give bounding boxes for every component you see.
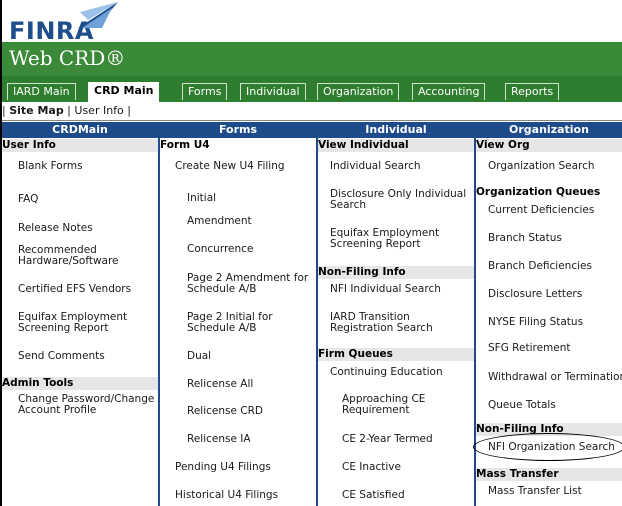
link-branch-status[interactable]: Branch Status <box>488 233 562 244</box>
link-relicense-ia[interactable]: Relicense IA <box>187 434 251 445</box>
link-recommended-hardware[interactable]: Recommended Hardware/Software <box>18 245 119 267</box>
column-header: Forms <box>160 122 316 138</box>
link-line: Search <box>330 199 367 211</box>
breadcrumb: | Site Map | User Info | <box>2 102 622 121</box>
link-relicense-crd[interactable]: Relicense CRD <box>187 406 263 417</box>
tab-iard-main[interactable]: IARD Main <box>7 83 76 100</box>
tab-individual[interactable]: Individual <box>240 83 306 100</box>
user-info-link[interactable]: User Info <box>74 104 123 117</box>
link-ce-inactive[interactable]: CE Inactive <box>342 462 401 473</box>
section-view-org: View Org <box>476 139 622 152</box>
link-amendment[interactable]: Amendment <box>187 216 252 227</box>
section-user-info: User Info <box>2 139 158 152</box>
app-title-bar: Web CRD® <box>2 42 622 76</box>
section-form-u4: Form U4 <box>160 139 316 152</box>
link-withdrawal-termination[interactable]: Withdrawal or Termination <box>488 372 622 383</box>
link-equifax-report[interactable]: Equifax Employment Screening Report <box>330 228 439 250</box>
column-header: Individual <box>318 122 474 138</box>
link-line: Hardware/Software <box>18 255 119 267</box>
link-certified-efs-vendors[interactable]: Certified EFS Vendors <box>18 284 131 295</box>
link-current-deficiencies[interactable]: Current Deficiencies <box>488 205 594 216</box>
separator: | <box>63 104 75 117</box>
column-header: CRDMain <box>2 122 158 138</box>
finra-logo-icon <box>78 2 118 28</box>
link-disclosure-letters[interactable]: Disclosure Letters <box>488 289 582 300</box>
link-nyse-filing-status[interactable]: NYSE Filing Status <box>488 317 583 328</box>
link-ce-satisfied[interactable]: CE Satisfied <box>342 490 405 501</box>
link-branch-deficiencies[interactable]: Branch Deficiencies <box>488 261 592 272</box>
link-line: Account Profile <box>18 404 97 416</box>
link-pending-u4[interactable]: Pending U4 Filings <box>175 462 271 473</box>
section-view-individual: View Individual <box>318 139 474 152</box>
section-non-filing-info: Non-Filing Info <box>318 266 474 279</box>
link-change-password[interactable]: Change Password/Change Account Profile <box>18 394 154 416</box>
link-initial[interactable]: Initial <box>187 193 216 204</box>
link-individual-search[interactable]: Individual Search <box>330 161 421 172</box>
link-page2-amendment[interactable]: Page 2 Amendment for Schedule A/B <box>187 273 308 295</box>
link-line: Registration Search <box>330 322 433 334</box>
link-line: Screening Report <box>330 238 421 250</box>
link-line: Schedule A/B <box>187 283 257 295</box>
link-line: Schedule A/B <box>187 322 257 334</box>
section-organization-queues: Organization Queues <box>476 186 622 199</box>
app-title: Web CRD® <box>9 46 126 70</box>
link-blank-forms[interactable]: Blank Forms <box>18 161 83 172</box>
column-header: Organization <box>476 122 622 138</box>
link-dual[interactable]: Dual <box>187 351 211 362</box>
link-line: Screening Report <box>18 322 109 334</box>
link-approaching-ce[interactable]: Approaching CE Requirement <box>342 394 425 416</box>
link-disclosure-only-search[interactable]: Disclosure Only Individual Search <box>330 189 466 211</box>
separator: | <box>123 104 131 117</box>
link-line: Requirement <box>342 404 410 416</box>
link-send-comments[interactable]: Send Comments <box>18 351 105 362</box>
tab-reports[interactable]: Reports <box>505 83 560 100</box>
link-queue-totals[interactable]: Queue Totals <box>488 400 556 411</box>
section-mass-transfer: Mass Transfer <box>476 468 622 481</box>
logo-area: FINRA <box>2 0 622 45</box>
link-continuing-education[interactable]: Continuing Education <box>330 367 443 378</box>
tab-crd-main[interactable]: CRD Main <box>88 82 160 102</box>
link-page2-initial[interactable]: Page 2 Initial for Schedule A/B <box>187 312 273 334</box>
link-equifax-report[interactable]: Equifax Employment Screening Report <box>18 312 127 334</box>
main-tabs: IARD Main CRD Main Forms Individual Orga… <box>2 76 622 102</box>
section-admin-tools: Admin Tools <box>2 377 158 390</box>
link-organization-search[interactable]: Organization Search <box>488 161 595 172</box>
tab-organization[interactable]: Organization <box>317 83 400 100</box>
section-firm-queues: Firm Queues <box>318 348 474 361</box>
link-iard-transition[interactable]: IARD Transition Registration Search <box>330 312 433 334</box>
link-release-notes[interactable]: Release Notes <box>18 223 93 234</box>
link-concurrence[interactable]: Concurrence <box>187 244 253 255</box>
link-historical-u4[interactable]: Historical U4 Filings <box>175 490 278 501</box>
link-create-new-u4[interactable]: Create New U4 Filing <box>175 161 285 172</box>
link-faq[interactable]: FAQ <box>18 194 38 205</box>
site-map-link[interactable]: Site Map <box>9 104 63 117</box>
link-nfi-individual-search[interactable]: NFI Individual Search <box>330 284 441 295</box>
link-mass-transfer-list[interactable]: Mass Transfer List <box>488 486 582 497</box>
link-ce-2-year-termed[interactable]: CE 2-Year Termed <box>342 434 433 445</box>
link-sfg-retirement[interactable]: SFG Retirement <box>488 343 571 354</box>
highlight-circle <box>473 433 622 461</box>
tab-accounting[interactable]: Accounting <box>412 83 486 100</box>
link-relicense-all[interactable]: Relicense All <box>187 379 253 390</box>
tab-forms[interactable]: Forms <box>182 83 228 100</box>
